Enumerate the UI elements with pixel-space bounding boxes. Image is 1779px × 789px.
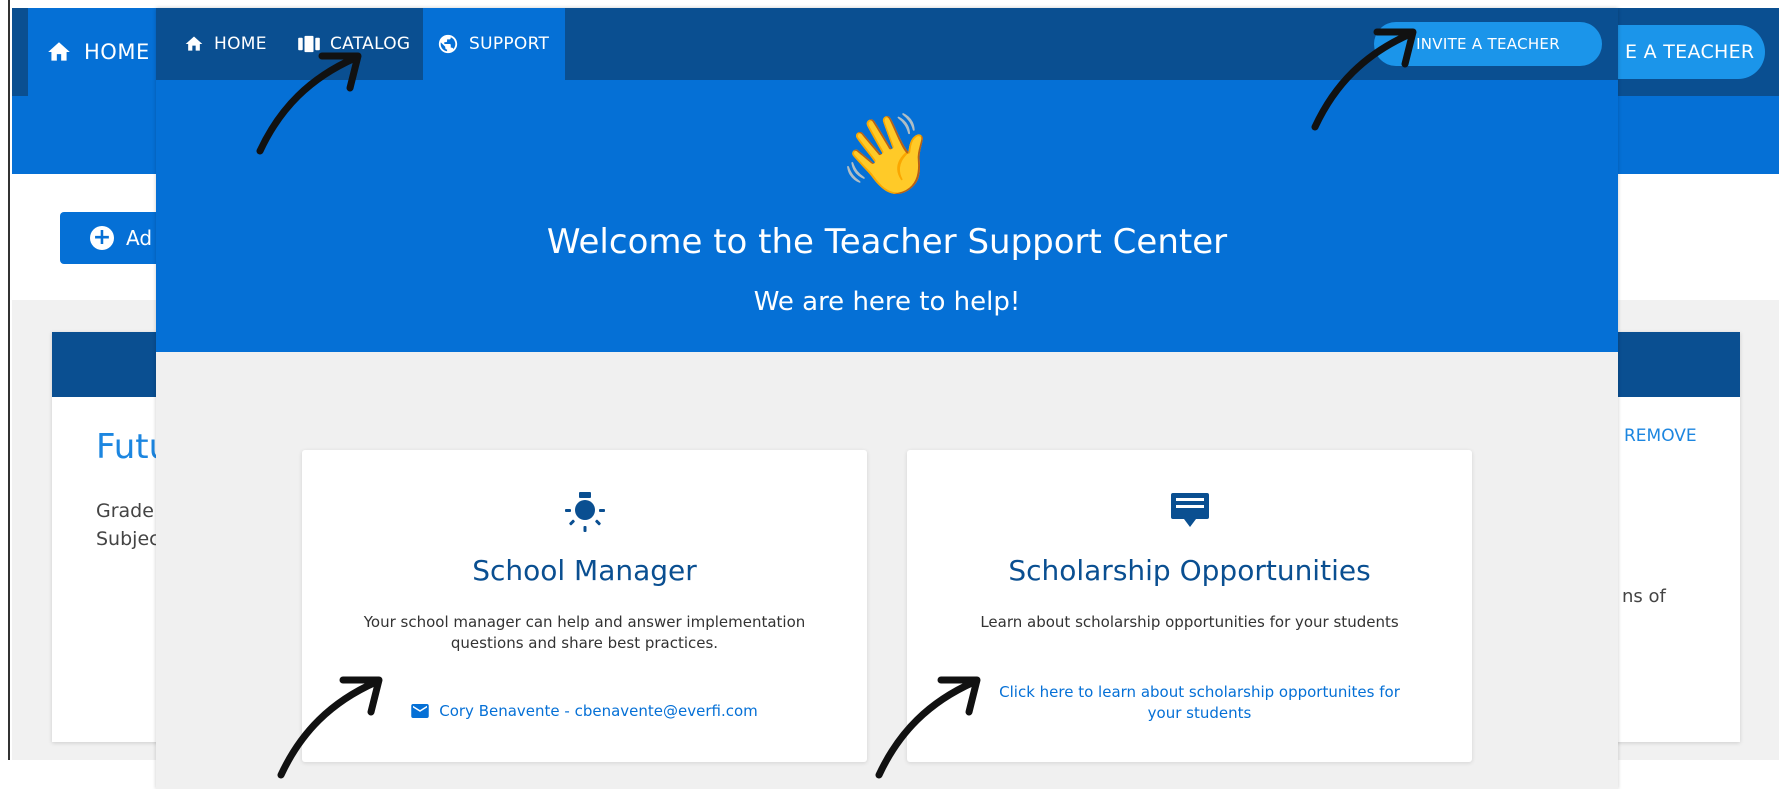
plus-circle-icon: + [90,226,114,250]
background-invite-label: E A TEACHER [1625,41,1755,63]
manager-contact-label: Cory Benavente - cbenavente@everfi.com [439,702,758,720]
nav-support-label: SUPPORT [469,34,550,54]
background-left-border [8,0,10,760]
background-home-label: HOME [84,40,150,64]
mail-icon [411,704,429,718]
school-manager-title: School Manager [472,554,697,587]
page-title: Welcome to the Teacher Support Center [546,222,1228,262]
home-icon [48,42,70,61]
page-subtitle: We are here to help! [753,287,1021,317]
school-manager-description: Your school manager can help and answer … [363,613,806,652]
annotation-arrow-catalog [256,52,362,155]
background-card-meta: Grade: Subjec [96,497,160,553]
scholarship-description: Learn about scholarship opportunities fo… [980,613,1399,631]
scholarship-card: Scholarship Opportunities Learn about sc… [907,450,1472,762]
background-remove-link[interactable]: REMOVE [1624,426,1697,446]
annotation-arrow-contact [277,676,383,779]
scholarship-link[interactable]: Click here to learn about scholarship op… [987,682,1412,724]
background-add-label: Ad [126,226,153,250]
nav-support[interactable]: SUPPORT [423,8,565,80]
scholarship-title: Scholarship Opportunities [1008,554,1371,587]
background-subject-label: Subjec [96,528,160,550]
background-grade-label: Grade: [96,500,161,522]
lightbulb-icon [302,490,867,534]
home-icon [185,36,203,51]
annotation-arrow-scholarship [875,676,981,779]
background-trailing-text: ns of [1622,586,1666,607]
background-home-tab[interactable]: HOME [28,8,158,96]
annotation-arrow-invite [1311,28,1417,131]
certificate-icon [907,490,1472,534]
globe-icon [438,34,458,54]
